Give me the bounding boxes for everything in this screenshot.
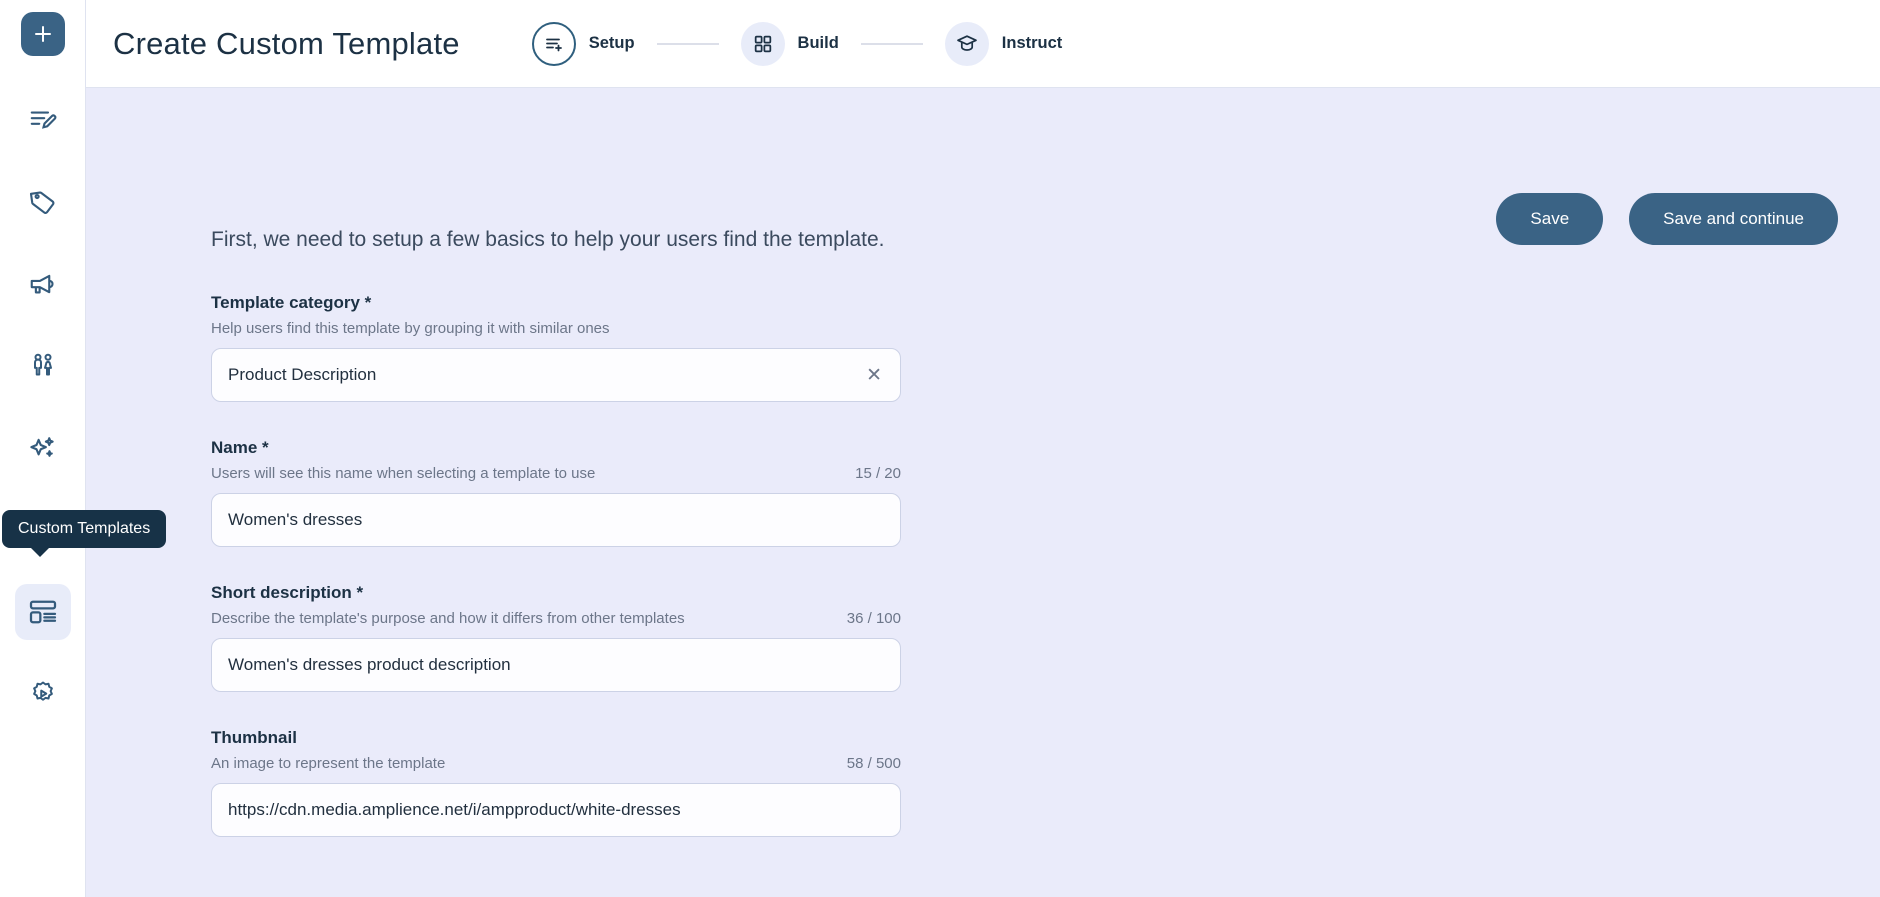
sparkles-icon: [28, 433, 58, 463]
sidebar-item-settings[interactable]: [15, 666, 71, 722]
list-plus-circle-icon: [531, 21, 576, 66]
field-help: Describe the template's purpose and how …: [211, 610, 685, 627]
content-canvas: Save Save and continue First, we need to…: [86, 88, 1880, 897]
top-bar: Create Custom Template Setup Build Instr…: [86, 0, 1880, 88]
step-label-setup: Setup: [588, 34, 635, 52]
step-indicator: Setup Build Instruct: [531, 21, 1063, 66]
sidebar-tooltip: Custom Templates: [2, 510, 167, 557]
field-short-description: Short description * Describe the templat…: [211, 583, 901, 692]
field-counter: 36 / 100: [846, 610, 901, 627]
graduation-cap-icon: [944, 21, 989, 66]
field-name: Name * Users will see this name when sel…: [211, 438, 901, 547]
grid-squares-icon: [740, 21, 785, 66]
action-buttons: Save Save and continue: [1496, 193, 1838, 245]
save-button[interactable]: Save: [1496, 193, 1604, 245]
field-counter: 58 / 500: [846, 755, 901, 772]
step-label-instruct: Instruct: [1001, 34, 1063, 52]
template-category-input[interactable]: Product Description ✕: [211, 348, 901, 402]
step-separator: [656, 42, 719, 45]
sidebar-item-audiences[interactable]: [15, 338, 71, 394]
input-value: Product Description: [228, 365, 377, 384]
input-value: Women's dresses: [228, 510, 363, 529]
field-thumbnail: Thumbnail An image to represent the temp…: [211, 728, 901, 837]
document-edit-icon: [28, 105, 58, 135]
step-build[interactable]: Build: [740, 21, 839, 66]
input-value: Women's dresses product description: [228, 655, 511, 674]
field-help: Help users find this template by groupin…: [211, 320, 610, 337]
field-sub-row: Describe the template's purpose and how …: [211, 610, 901, 627]
field-label: Short description *: [211, 583, 364, 602]
field-sub-row: Help users find this template by groupin…: [211, 320, 901, 337]
sidebar-item-campaigns[interactable]: [15, 256, 71, 312]
plus-icon: [31, 22, 55, 46]
close-icon[interactable]: ✕: [864, 362, 884, 389]
step-setup[interactable]: Setup: [531, 21, 635, 66]
short-description-input[interactable]: Women's dresses product description: [211, 638, 901, 692]
add-button[interactable]: [20, 12, 65, 56]
field-template-category: Template category * Help users find this…: [211, 293, 901, 402]
app-root: Custom Templates Create Custom Template …: [0, 0, 1880, 897]
gear-play-icon: [28, 679, 58, 709]
step-label-build: Build: [797, 34, 839, 52]
step-separator: [860, 42, 923, 45]
sidebar-item-custom-templates[interactable]: [14, 584, 71, 640]
field-counter: 15 / 20: [855, 465, 901, 482]
main-area: Create Custom Template Setup Build Instr…: [86, 0, 1880, 897]
step-instruct[interactable]: Instruct: [944, 21, 1063, 66]
page-title: Create Custom Template: [113, 25, 460, 61]
people-icon: [28, 351, 58, 381]
field-label: Name *: [211, 438, 269, 457]
save-and-continue-button[interactable]: Save and continue: [1629, 193, 1838, 245]
field-label: Template category *: [211, 293, 372, 312]
name-input[interactable]: Women's dresses: [211, 493, 901, 547]
field-label: Thumbnail: [211, 728, 297, 747]
field-help: An image to represent the template: [211, 755, 446, 772]
field-sub-row: Users will see this name when selecting …: [211, 465, 901, 482]
layout-template-icon: [27, 596, 59, 628]
sidebar-item-content[interactable]: [15, 92, 71, 148]
left-sidebar: Custom Templates: [0, 0, 167, 897]
sidebar-item-tags[interactable]: [15, 174, 71, 230]
field-sub-row: An image to represent the template 58 / …: [211, 755, 901, 772]
thumbnail-input[interactable]: https://cdn.media.amplience.net/i/amppro…: [211, 783, 901, 837]
tag-icon: [28, 187, 58, 217]
megaphone-icon: [28, 269, 58, 299]
input-value: https://cdn.media.amplience.net/i/amppro…: [228, 800, 681, 819]
sidebar-item-generate[interactable]: [15, 420, 71, 476]
field-help: Users will see this name when selecting …: [211, 465, 596, 482]
